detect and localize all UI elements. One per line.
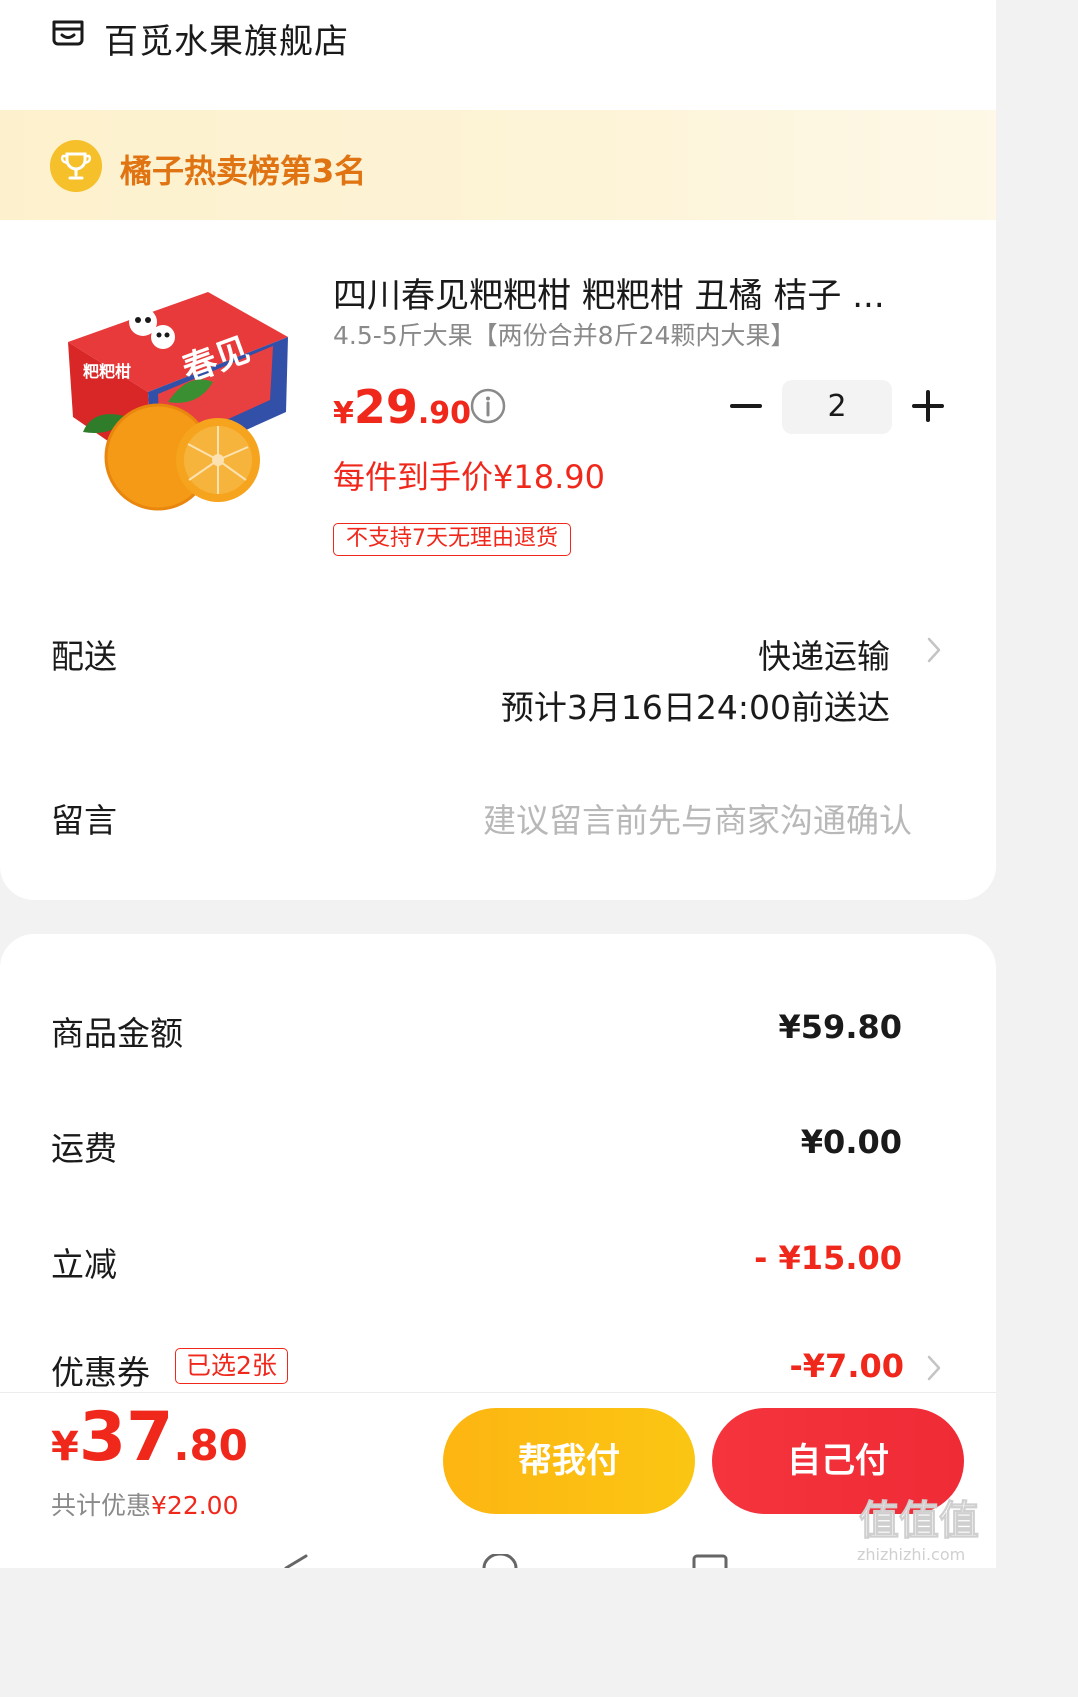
watermark: 值值值 zhizhizhi.com [857, 1498, 980, 1565]
unit-price: 每件到手价¥18.90 [333, 458, 605, 496]
return-policy-badge: 不支持7天无理由退货 [333, 523, 571, 556]
back-nav-icon[interactable] [280, 1554, 310, 1568]
instant-discount-value: - ¥15.00 [754, 1239, 902, 1277]
total-currency: ¥ [51, 1424, 79, 1470]
quantity-input[interactable]: 2 [782, 380, 892, 434]
price-currency: ¥ [333, 396, 354, 431]
store-header: 百觅水果旗舰店 [0, 0, 996, 110]
coupon-value[interactable]: -¥7.00 [790, 1347, 905, 1385]
price-decimal: .90 [417, 396, 472, 431]
svg-text:值值值: 值值值 [859, 1498, 979, 1544]
total-decimal: .80 [173, 1421, 248, 1470]
svg-text:粑粑柑: 粑粑柑 [83, 362, 131, 381]
delivery-label: 配送 [51, 637, 117, 676]
total-discount-label: 共计优惠 [51, 1491, 152, 1520]
goods-amount-value: ¥59.80 [778, 1008, 902, 1046]
chevron-right-icon[interactable] [926, 636, 942, 664]
trophy-icon [50, 140, 102, 192]
increase-quantity-button[interactable] [910, 388, 946, 424]
store-name[interactable]: 百觅水果旗舰店 [104, 14, 349, 63]
chevron-right-icon[interactable] [926, 1354, 942, 1382]
help-pay-button[interactable]: 帮我付 [443, 1408, 695, 1514]
total-discount: 共计优惠¥22.00 [51, 1486, 239, 1522]
home-nav-icon[interactable] [480, 1554, 520, 1568]
goods-amount-label: 商品金额 [51, 1014, 183, 1053]
shipping-value: ¥0.00 [800, 1123, 902, 1161]
coupon-selected-badge[interactable]: 已选2张 [175, 1348, 288, 1384]
note-label: 留言 [51, 801, 117, 840]
product-title[interactable]: 四川春见粑粑柑 粑粑柑 丑橘 桔子 ... [333, 268, 925, 317]
recent-apps-nav-icon[interactable] [690, 1554, 730, 1568]
total-discount-amount: ¥22.00 [151, 1491, 239, 1520]
total-price: ¥37.80 [51, 1398, 248, 1477]
note-input[interactable]: 建议留言前先与商家沟通确认 [483, 794, 912, 842]
shipping-label: 运费 [51, 1129, 117, 1168]
rank-text: 橘子热卖榜第3名 [120, 152, 367, 190]
store-icon[interactable] [48, 14, 88, 54]
total-integer: 37 [78, 1398, 174, 1477]
price-integer: 29 [353, 380, 418, 434]
svg-text:zhizhizhi.com: zhizhizhi.com [857, 1545, 965, 1564]
product-price: ¥29.90 [333, 380, 471, 434]
decrease-quantity-button[interactable] [728, 388, 764, 424]
price-summary-card [0, 934, 996, 1394]
delivery-eta: 预计3月16日24:00前送达 [500, 688, 890, 727]
product-spec[interactable]: 4.5-5斤大果【两份合并8斤24颗内大果】 [333, 316, 933, 352]
info-icon[interactable] [470, 388, 506, 424]
instant-discount-label: 立减 [51, 1245, 117, 1284]
coupon-label[interactable]: 优惠券 [51, 1346, 150, 1394]
delivery-method[interactable]: 快递运输 [758, 630, 890, 678]
product-image[interactable]: 春见 粑粑柑 [58, 282, 298, 522]
